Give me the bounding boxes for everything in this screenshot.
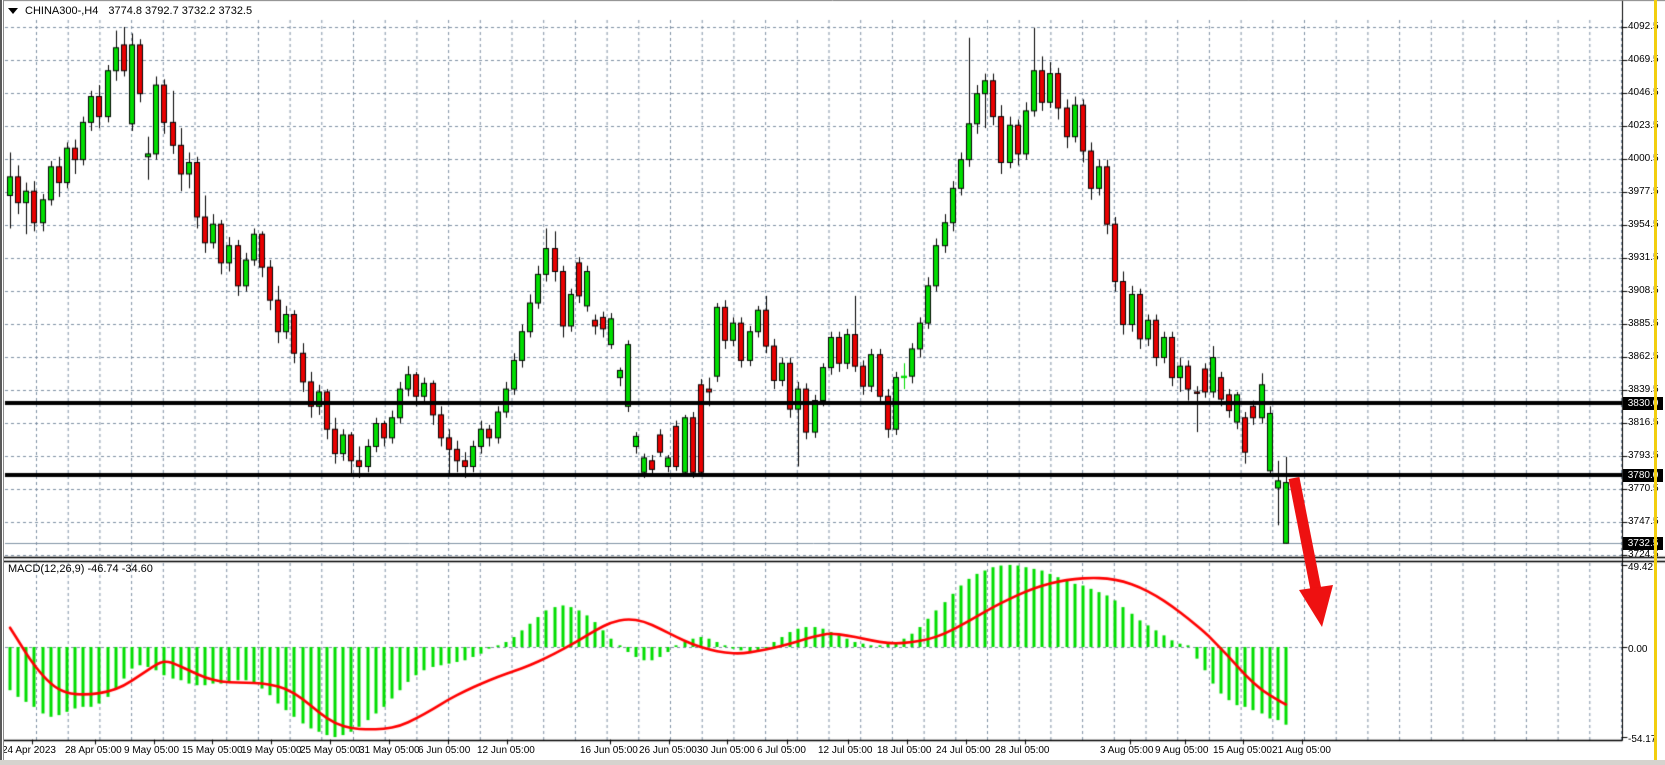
- window-bottom-strip: [0, 760, 1665, 765]
- down-arrow-shaft[interactable]: [1294, 478, 1316, 590]
- window-left-edge: [0, 0, 4, 765]
- chart-shift-marker: [1654, 0, 1657, 765]
- mt4-chart-window: CHINA300-,H4 3774.8 3792.7 3732.2 3732.5…: [0, 0, 1665, 765]
- down-arrow-icon[interactable]: [1299, 585, 1333, 627]
- annotation-layer: [0, 0, 1665, 765]
